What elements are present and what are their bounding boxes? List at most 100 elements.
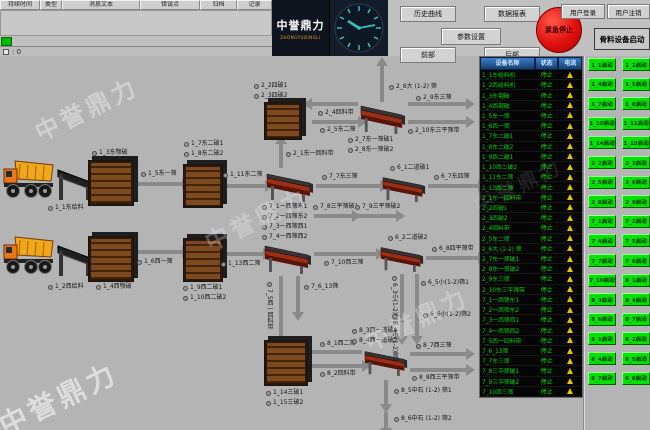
- start-button-1_11[interactable]: 1_11启动: [622, 117, 650, 130]
- start-button-1_14[interactable]: 1_14启动: [588, 136, 616, 149]
- start-button-1_1[interactable]: 1_1启动: [588, 58, 616, 71]
- start-button-1_7[interactable]: 1_7启动: [588, 97, 616, 110]
- crusher-1_9-1_10[interactable]: [183, 238, 223, 282]
- start-button-6_8[interactable]: 6_8启动: [622, 372, 650, 385]
- device-label: 2_6大 (1-2) 筛: [396, 84, 437, 90]
- device-current-cell: [558, 153, 582, 159]
- start-button-8_4[interactable]: 8_4启动: [622, 293, 650, 306]
- device-label: 1_4西颚破: [103, 284, 132, 290]
- start-button-1_15[interactable]: 1_15启动: [622, 136, 650, 149]
- start-button-7_2[interactable]: 7_2启动: [622, 215, 650, 228]
- device-status-cell: 停止: [535, 285, 559, 294]
- start-button-2_8[interactable]: 2_8启动: [588, 195, 616, 208]
- crusher-2_2-2_3[interactable]: [264, 102, 302, 140]
- device-current-cell: [558, 133, 582, 139]
- alarm-list-area[interactable]: [0, 10, 272, 36]
- start-button-1_2[interactable]: 1_2启动: [622, 58, 650, 71]
- table-row: 1_6西一筛停止: [480, 121, 582, 131]
- vibrating-screen-2x[interactable]: [360, 102, 406, 134]
- start-button-8_6[interactable]: 8_6启动: [588, 313, 616, 326]
- diagram-label-l28: 2_8东一筛破2: [348, 147, 393, 153]
- table-row: 7_8三平筛破1停止: [480, 366, 582, 376]
- start-button-6_1[interactable]: 6_1启动: [588, 332, 616, 345]
- start-button-2_3[interactable]: 2_3启动: [622, 156, 650, 169]
- device-label: 1_5东一筛: [148, 171, 177, 177]
- history-curve-button[interactable]: 历史曲线: [400, 6, 456, 22]
- vibrating-screen-east-2[interactable]: [266, 170, 314, 202]
- diagram-label-l81: 8_1西二筛: [320, 341, 356, 347]
- start-button-1_5[interactable]: 1_5启动: [622, 78, 650, 91]
- start-button-6_2[interactable]: 6_2启动: [622, 332, 650, 345]
- start-button-7_10[interactable]: 7_10启动: [588, 274, 616, 287]
- device-current-cell: [558, 368, 582, 374]
- vibrating-screen-west-2[interactable]: [264, 242, 312, 274]
- alarm-column-1[interactable]: 类型: [40, 0, 62, 10]
- vibrating-screen-6_1[interactable]: [382, 174, 426, 202]
- device-label: 6_8四平筛带: [439, 246, 474, 252]
- indicator-dot: [423, 313, 428, 318]
- diagram-label-l77: 7_7东三筛: [322, 174, 358, 180]
- indicator-dot: [394, 417, 399, 422]
- start-button-7_7[interactable]: 7_7启动: [588, 254, 616, 267]
- start-button-7_4[interactable]: 7_4启动: [588, 234, 616, 247]
- vibrating-screen-8x[interactable]: [364, 348, 408, 376]
- start-button-2_9[interactable]: 2_9启动: [622, 195, 650, 208]
- start-button-6_4[interactable]: 6_4启动: [588, 352, 616, 365]
- start-button-1_10[interactable]: 1_10启动: [588, 117, 616, 130]
- device-current-cell: [558, 337, 582, 343]
- alarm-column-2[interactable]: 消息文本: [62, 0, 140, 10]
- alarm-column-5[interactable]: 记录: [237, 0, 272, 10]
- start-button-2_2[interactable]: 2_2启动: [588, 156, 616, 169]
- alarm-column-0[interactable]: 持续时间: [0, 0, 40, 10]
- start-button-2_5[interactable]: 2_5启动: [588, 176, 616, 189]
- jaw-crusher-1_4[interactable]: [88, 236, 134, 282]
- device-name-cell: 1_13西二筛: [480, 183, 535, 192]
- indicator-dot: [408, 129, 413, 134]
- alarm-column-4[interactable]: 归档: [200, 0, 237, 10]
- table-row: 1_4西颚破停止: [480, 101, 582, 111]
- indicator-dot: [48, 206, 53, 211]
- crusher-1_14-1_15[interactable]: [264, 340, 308, 386]
- user-login-button[interactable]: 用户登录: [561, 4, 605, 19]
- start-button-6_5[interactable]: 6_5启动: [622, 352, 650, 365]
- jaw-crusher-1_3[interactable]: [88, 160, 134, 206]
- start-button-8_1[interactable]: 8_1启动: [622, 274, 650, 287]
- vibrating-screen-6_2[interactable]: [380, 244, 424, 272]
- flow-arrow: [316, 184, 380, 188]
- indicator-dot: [183, 286, 188, 291]
- arrow-head-icon: [466, 98, 475, 110]
- start-button-2_6[interactable]: 2_6启动: [622, 176, 650, 189]
- device-current-cell: [558, 296, 582, 302]
- param-settings-button[interactable]: 参数设置: [441, 28, 501, 45]
- diagram-label-l67: 6_7东四筛: [434, 174, 470, 180]
- start-button-7_5[interactable]: 7_5启动: [622, 234, 650, 247]
- start-button-7_8[interactable]: 7_8启动: [622, 254, 650, 267]
- user-logout-button[interactable]: 用户注销: [607, 4, 650, 19]
- alarm-column-3[interactable]: 错误点: [140, 0, 200, 10]
- device-label: 1_13西二筛: [228, 261, 260, 267]
- indicator-dot: [304, 285, 309, 290]
- flow-arrow: [428, 184, 478, 188]
- start-button-6_7[interactable]: 6_7启动: [588, 372, 616, 385]
- flow-arrow: [415, 274, 419, 336]
- arrow-head-icon: [466, 348, 475, 360]
- start-button-1_8[interactable]: 1_8启动: [622, 97, 650, 110]
- crusher-1_7-1_8[interactable]: [183, 164, 223, 208]
- start-button-1_4[interactable]: 1_4启动: [588, 78, 616, 91]
- indicator-dot: [184, 152, 189, 157]
- data-report-button[interactable]: 数据报表: [484, 6, 540, 22]
- indicator-dot: [392, 314, 397, 319]
- start-button-8_3[interactable]: 8_3启动: [588, 293, 616, 306]
- truck-west[interactable]: [2, 232, 56, 278]
- start-button-8_7[interactable]: 8_7启动: [622, 313, 650, 326]
- indicator-dot: [48, 285, 53, 290]
- diagram-label-l14: 1_4西颚破: [96, 284, 132, 290]
- arrow-head-icon: [396, 210, 405, 222]
- truck-east[interactable]: [2, 156, 56, 202]
- flow-arrow: [312, 102, 358, 106]
- start-button-7_1[interactable]: 7_1启动: [588, 215, 616, 228]
- current-warning-icon: [567, 92, 573, 98]
- current-warning-icon: [567, 266, 573, 272]
- table-row: 1_10西二破2停止: [480, 162, 582, 172]
- indicator-dot: [141, 172, 146, 177]
